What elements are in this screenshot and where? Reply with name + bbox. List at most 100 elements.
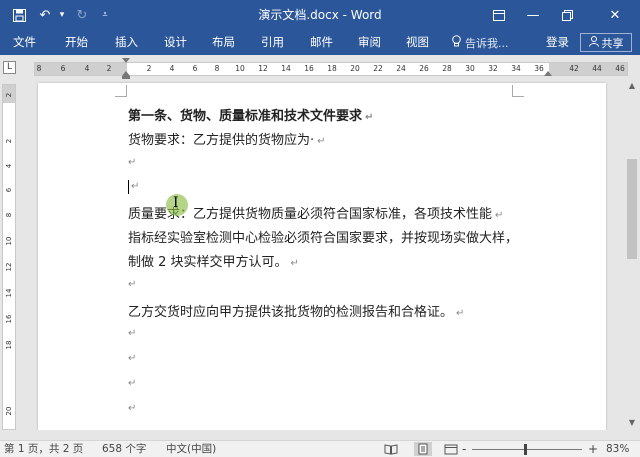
share-button[interactable]: 共享 <box>580 33 632 52</box>
undo-dropdown-icon[interactable]: ▾ <box>56 0 68 30</box>
share-label: 共享 <box>601 36 624 50</box>
status-bar: 第 1 页，共 2 页 658 个字 中文(中国) - + 83% <box>0 440 640 457</box>
save-icon[interactable] <box>8 0 30 30</box>
ruler-number: 20 <box>5 406 13 416</box>
ruler-number: 8 <box>214 64 220 73</box>
tab-review[interactable]: 审阅 <box>358 30 381 55</box>
zoom-slider-thumb[interactable] <box>524 444 527 455</box>
tab-references[interactable]: 引用 <box>261 30 284 55</box>
ruler-number: 16 <box>5 314 13 324</box>
ruler-number: 24 <box>396 64 406 73</box>
line-text: 制做 2 块实样交甲方认可。 <box>128 255 288 270</box>
ruler-number: 32 <box>488 64 498 73</box>
undo-icon[interactable]: ↶ <box>34 0 56 30</box>
redo-icon[interactable]: ↻ <box>72 0 92 30</box>
ruler-number: 14 <box>281 64 291 73</box>
ruler-number: 18 <box>5 340 13 350</box>
tell-me-box[interactable]: 告诉我... <box>452 30 509 55</box>
ruler-number: 42 <box>569 64 579 73</box>
print-layout-icon[interactable] <box>414 442 432 456</box>
ruler-number: 8 <box>5 212 13 218</box>
ruler-number: 46 <box>615 64 625 73</box>
ruler-number: 10 <box>235 64 245 73</box>
doc-paragraph[interactable]: 货物要求：乙方提供的货物应为· ↵ <box>128 129 326 148</box>
doc-paragraph[interactable]: ↵ <box>131 178 139 193</box>
ruler-number: 10 <box>5 236 13 246</box>
left-margin-shade <box>35 63 127 75</box>
doc-paragraph[interactable]: 指标经实验室检测中心检验必须符合国家要求，并按现场实做大样， <box>128 227 521 246</box>
tab-view[interactable]: 视图 <box>406 30 429 55</box>
doc-paragraph[interactable]: ↵ <box>128 325 136 340</box>
ruler-number: 26 <box>419 64 429 73</box>
zoom-slider-track[interactable] <box>472 449 582 450</box>
ribbon-tabs: 文件 开始 插入 设计 布局 引用 邮件 审阅 视图 告诉我... 登录 共享 <box>0 30 640 55</box>
ruler-area: L 8 6 4 2 2 4 6 8 10 12 14 16 18 20 22 2… <box>0 55 640 79</box>
ruler-number: 28 <box>442 64 452 73</box>
doc-paragraph[interactable]: ↵ <box>128 400 136 415</box>
doc-paragraph[interactable]: ↵ <box>128 276 136 291</box>
tab-design[interactable]: 设计 <box>164 30 187 55</box>
doc-paragraph[interactable]: 制做 2 块实样交甲方认可。 ↵ <box>128 251 299 270</box>
ruler-number: 20 <box>350 64 360 73</box>
ruler-number: 12 <box>5 262 13 272</box>
paragraph-mark: ↵ <box>128 279 137 290</box>
paragraph-mark: ↵ <box>317 136 326 147</box>
word-count[interactable]: 658 个字 <box>102 441 146 457</box>
customize-icon[interactable]: ⩡ <box>98 0 112 30</box>
doc-paragraph[interactable]: ↵ <box>128 154 136 169</box>
paragraph-mark: ↵ <box>128 378 137 389</box>
title-bar: ↶ ▾ ↻ ⩡ 演示文档.docx - Word — ✕ <box>0 0 640 30</box>
paragraph-mark: ↵ <box>128 353 137 364</box>
ruler-number: 8 <box>36 64 42 73</box>
doc-paragraph[interactable]: 乙方交货时应向甲方提供该批货物的检测报告和合格证。 ↵ <box>128 301 464 320</box>
tab-file[interactable]: 文件 <box>13 30 36 55</box>
line-text: 货物要求：乙方提供的货物应为· <box>128 133 315 148</box>
doc-heading[interactable]: 第一条、货物、质量标准和技术文件要求 ↵ <box>128 105 373 124</box>
ruler-number: 16 <box>304 64 314 73</box>
paragraph-mark: ↵ <box>128 328 137 339</box>
login-button[interactable]: 登录 <box>546 30 569 55</box>
read-mode-icon[interactable] <box>384 444 398 455</box>
restore-icon[interactable] <box>552 0 582 30</box>
vertical-scrollbar[interactable]: ▲ ▼ <box>624 79 640 430</box>
vertical-ruler[interactable]: 2 2 4 6 8 10 12 14 16 18 20 <box>2 84 16 430</box>
zoom-in-button[interactable]: + <box>588 441 598 457</box>
doc-paragraph[interactable]: ↵ <box>128 375 136 390</box>
paragraph-mark: ↵ <box>131 181 140 192</box>
ruler-number: 34 <box>511 64 521 73</box>
paragraph-mark: ↵ <box>495 210 504 221</box>
ruler-number: 4 <box>84 64 90 73</box>
text-cursor <box>128 180 129 194</box>
scroll-down-icon[interactable]: ▼ <box>624 416 640 430</box>
scroll-up-icon[interactable]: ▲ <box>624 79 640 93</box>
language-status[interactable]: 中文(中国) <box>166 441 216 457</box>
paragraph-mark: ↵ <box>290 258 299 269</box>
close-icon[interactable]: ✕ <box>600 0 630 30</box>
page-corner-mark <box>512 85 524 97</box>
ribbon-display-icon[interactable] <box>484 0 514 30</box>
scrollbar-thumb[interactable] <box>627 159 637 259</box>
page-count[interactable]: 第 1 页，共 2 页 <box>4 441 83 457</box>
minimize-icon[interactable]: — <box>518 0 548 30</box>
ruler-number: 22 <box>373 64 383 73</box>
tab-layout[interactable]: 布局 <box>212 30 235 55</box>
line-text: 乙方交货时应向甲方提供该批货物的检测报告和合格证。 <box>128 305 454 320</box>
doc-paragraph[interactable]: ↵ <box>128 350 136 365</box>
ibeam-cursor-icon: I <box>173 195 179 211</box>
tab-selector[interactable]: L <box>3 61 16 74</box>
right-indent-marker[interactable] <box>544 71 552 76</box>
tab-insert[interactable]: 插入 <box>115 30 138 55</box>
line-text: 第一条、货物、质量标准和技术文件要求 <box>128 109 363 124</box>
person-icon <box>588 35 599 50</box>
ruler-number: 30 <box>465 64 475 73</box>
ruler-number: 14 <box>5 288 13 298</box>
web-layout-icon[interactable] <box>444 444 458 455</box>
zoom-level[interactable]: 83% <box>606 441 629 457</box>
tab-mailings[interactable]: 邮件 <box>310 30 333 55</box>
document-page[interactable]: 第一条、货物、质量标准和技术文件要求 ↵ 货物要求：乙方提供的货物应为· ↵ ↵ ↵… <box>38 83 606 430</box>
tab-home[interactable]: 开始 <box>65 30 88 55</box>
first-line-indent-marker[interactable] <box>122 58 130 63</box>
zoom-out-button[interactable]: - <box>462 441 466 457</box>
ruler-number: 2 <box>106 64 112 73</box>
ruler-number: 12 <box>258 64 268 73</box>
